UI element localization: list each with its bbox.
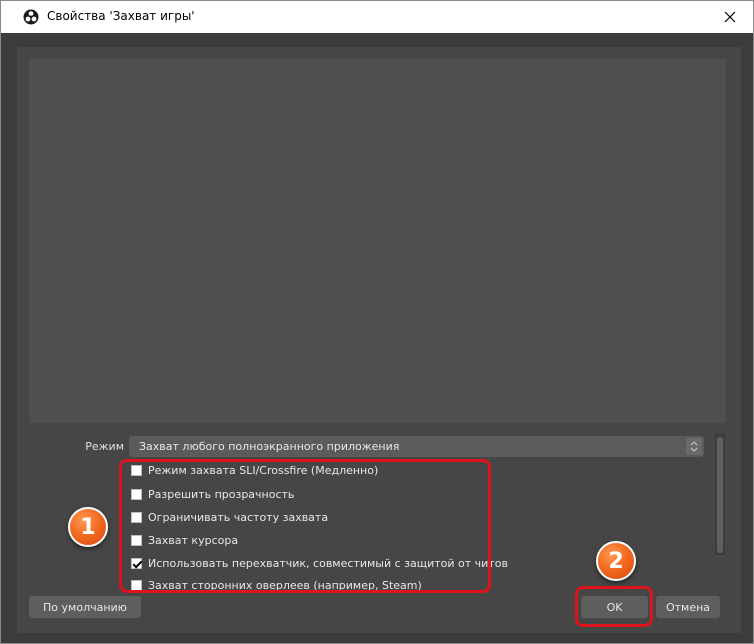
updown-arrows-icon [686,438,702,455]
obs-icon [23,9,39,25]
close-button[interactable] [707,1,753,33]
mode-select[interactable]: Захват любого полноэкранного приложения [129,436,704,457]
mode-select-value: Захват любого полноэкранного приложения [139,440,400,453]
options-highlight [119,459,491,593]
window-title: Свойства 'Захват игры' [47,9,195,23]
vertical-scrollbar[interactable] [715,433,725,555]
ok-highlight [575,586,653,627]
mode-label: Режим [85,440,124,453]
properties-dialog: Свойства 'Захват игры' Режим Захват любо… [0,0,754,644]
capture-preview [29,59,726,423]
title-bar: Свойства 'Захват игры' [1,1,753,33]
defaults-button[interactable]: По умолчанию [29,596,141,618]
step-badge-2: 2 [596,541,636,581]
scrollbar-thumb[interactable] [717,437,723,553]
step-badge-1: 1 [68,507,108,547]
cancel-button[interactable]: Отмена [656,596,720,618]
close-icon [724,11,736,23]
